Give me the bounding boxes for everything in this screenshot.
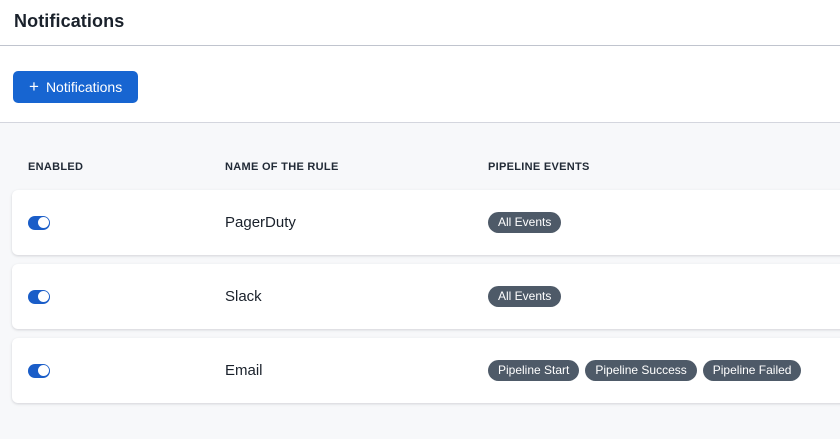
table-body: PagerDuty All Events Slack All Events Em… — [0, 190, 840, 403]
enabled-toggle[interactable] — [28, 216, 50, 230]
toggle-knob — [38, 365, 49, 376]
event-badge: All Events — [488, 286, 561, 307]
add-notification-button-label: Notifications — [46, 79, 122, 95]
toggle-knob — [38, 291, 49, 302]
table-row: PagerDuty All Events — [12, 190, 840, 255]
add-notification-button[interactable]: + Notifications — [13, 71, 138, 103]
pipeline-events-badges: All Events — [488, 212, 840, 233]
page-title: Notifications — [14, 11, 840, 32]
table-row: Slack All Events — [12, 264, 840, 329]
rule-name: PagerDuty — [225, 214, 488, 231]
notification-rules-table: ENABLED NAME OF THE RULE PIPELINE EVENTS… — [0, 123, 840, 439]
enabled-toggle[interactable] — [28, 364, 50, 378]
table-row: Email Pipeline StartPipeline SuccessPipe… — [12, 338, 840, 403]
event-badge: Pipeline Failed — [703, 360, 802, 381]
table-header-row: ENABLED NAME OF THE RULE PIPELINE EVENTS — [0, 123, 840, 190]
event-badge: All Events — [488, 212, 561, 233]
toolbar: + Notifications — [0, 46, 840, 123]
pipeline-events-badges: All Events — [488, 286, 840, 307]
toggle-knob — [38, 217, 49, 228]
column-header-pipeline-events: PIPELINE EVENTS — [488, 161, 840, 173]
column-header-enabled: ENABLED — [28, 161, 225, 173]
page-header: Notifications — [0, 0, 840, 46]
column-header-rule-name: NAME OF THE RULE — [225, 161, 488, 173]
rule-name: Slack — [225, 288, 488, 305]
event-badge: Pipeline Success — [585, 360, 696, 381]
plus-icon: + — [29, 78, 39, 95]
event-badge: Pipeline Start — [488, 360, 579, 381]
pipeline-events-badges: Pipeline Start Pipeline Success Pipeline F… — [488, 360, 840, 381]
enabled-toggle[interactable] — [28, 290, 50, 304]
rule-name: Email — [225, 362, 488, 379]
